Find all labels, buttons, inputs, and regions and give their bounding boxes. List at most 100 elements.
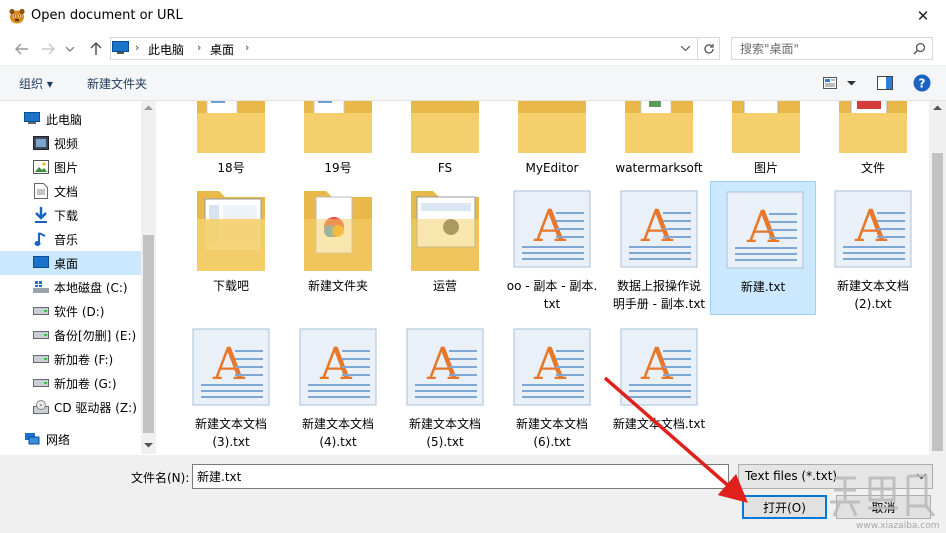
close-button[interactable]: ✕ [900, 0, 946, 32]
svg-text:A: A [212, 339, 246, 390]
file-item[interactable]: FS [393, 101, 497, 181]
nav-item-drive-z[interactable]: CD 驱动器 (Z:) [0, 395, 141, 419]
recent-locations-button[interactable] [63, 39, 77, 59]
nav-item-drive-c[interactable]: 本地磁盘 (C:) [0, 275, 141, 299]
window-title: Open document or URL [31, 8, 183, 23]
file-name: 下载吧 [212, 279, 249, 293]
nav-label: 下载 [54, 208, 79, 223]
nav-item-this-pc[interactable]: 此电脑 [0, 107, 141, 131]
new-folder-button[interactable]: 新建文件夹 [87, 75, 147, 92]
text-file-icon: A [726, 191, 804, 269]
nav-label: 新加卷 (G:) [54, 376, 117, 391]
nav-label: 软件 (D:) [54, 304, 105, 319]
nav-label: 音乐 [54, 232, 79, 247]
svg-text:A: A [854, 201, 888, 252]
forward-button[interactable] [38, 39, 58, 59]
refresh-button[interactable] [697, 38, 719, 59]
svg-text:A: A [533, 201, 567, 252]
nav-label: 桌面 [54, 256, 79, 271]
nav-item-videos[interactable]: 视频 [0, 131, 141, 155]
file-item[interactable]: 19号 [286, 101, 390, 181]
file-item[interactable]: 新建文件夹 [286, 183, 390, 313]
scroll-down-icon [144, 443, 153, 448]
svg-text:A: A [640, 339, 674, 390]
open-button[interactable]: 打开(O) [742, 495, 827, 519]
breadcrumb-this-pc[interactable]: 此电脑 [148, 41, 184, 58]
address-dropdown[interactable] [675, 38, 695, 59]
file-item[interactable]: A 新建文本文档 (4).txt [286, 321, 390, 451]
file-item[interactable]: watermarksoft [607, 101, 711, 181]
nav-item-music[interactable]: 音乐 [0, 227, 141, 251]
back-arrow-icon [15, 43, 28, 55]
change-view-button[interactable] [823, 73, 856, 93]
documents-icon [33, 183, 49, 199]
nav-item-desktop[interactable]: 桌面 [0, 251, 141, 275]
file-item[interactable]: MyEditor [500, 101, 604, 181]
file-name: 图片 [753, 161, 778, 175]
file-item[interactable]: A 新建文本文档 (3).txt [179, 321, 283, 451]
nav-item-downloads[interactable]: 下载 [0, 203, 141, 227]
nav-item-drive-f[interactable]: 新加卷 (F:) [0, 347, 141, 371]
file-item[interactable]: 18号 [179, 101, 283, 181]
file-list-scroll-thumb[interactable] [932, 153, 943, 451]
navigation-scroll-thumb[interactable] [143, 235, 154, 433]
address-bar[interactable]: › 此电脑 › 桌面 › [110, 37, 720, 60]
music-icon [33, 231, 49, 247]
svg-text:A: A [746, 202, 780, 253]
back-button[interactable] [12, 39, 32, 59]
navigation-pane: 此电脑 视频 图片 文档 下载 音乐 桌面 本地磁盘 (C:) 软件 (D:) … [0, 101, 156, 455]
up-button[interactable] [86, 39, 106, 59]
search-input[interactable] [732, 38, 907, 59]
search-icon [913, 42, 926, 55]
nav-item-documents[interactable]: 文档 [0, 179, 141, 203]
svg-text:A: A [426, 339, 460, 390]
file-item[interactable]: 下载吧 [179, 183, 283, 313]
breadcrumb-desktop[interactable]: 桌面 [210, 41, 234, 58]
nav-item-network[interactable]: 网络 [0, 427, 141, 451]
file-name-line2: txt [543, 297, 561, 311]
file-item[interactable]: A 新建文本文档 (6).txt [500, 321, 604, 451]
preview-pane-button[interactable] [877, 73, 893, 93]
file-name-line2: (6).txt [533, 435, 571, 449]
svg-text:www.xiazaiba.com: www.xiazaiba.com [856, 521, 940, 530]
file-list: 18号 19号 FS MyEditor watermarksoft 图片 文件 … [156, 101, 929, 455]
file-item[interactable]: A oo - 副本 - 副本. txt [500, 183, 604, 313]
chevron-down-icon [847, 80, 856, 85]
navigation-scrollbar[interactable] [141, 101, 156, 454]
file-item[interactable]: A 新建文本文档.txt [607, 321, 711, 451]
nav-label: 此电脑 [46, 112, 83, 127]
folder-icon [304, 191, 372, 271]
file-name: 新建.txt [740, 280, 786, 294]
file-item[interactable]: A 数据上报操作说 明手册 - 副本.txt [607, 183, 711, 313]
file-item[interactable]: 运营 [393, 183, 497, 313]
nav-item-drive-d[interactable]: 软件 (D:) [0, 299, 141, 323]
nav-item-drive-g[interactable]: 新加卷 (G:) [0, 371, 141, 395]
file-name-line2: (5).txt [426, 435, 464, 449]
file-name: 新建文本文档 [194, 417, 267, 431]
nav-label: 图片 [54, 160, 79, 175]
search-box[interactable] [731, 37, 933, 60]
svg-text:A: A [640, 201, 674, 252]
file-item[interactable]: 图片 [714, 101, 818, 181]
organize-menu[interactable]: 组织 ▾ [19, 75, 53, 92]
filename-input[interactable] [192, 464, 729, 489]
file-item-selected[interactable]: A 新建.txt [710, 181, 816, 315]
nav-label: 文档 [54, 184, 79, 199]
chevron-down-icon [680, 46, 690, 51]
file-item[interactable]: A 新建文本文档 (5).txt [393, 321, 497, 451]
folder-icon [518, 101, 586, 153]
file-list-scrollbar[interactable] [929, 101, 946, 455]
desktop-icon [33, 255, 49, 271]
file-name: 新建文本文档 [515, 417, 588, 431]
nav-item-drive-e[interactable]: 备份[勿删] (E:) [0, 323, 141, 347]
file-item[interactable]: A 新建文本文档 (2).txt [821, 183, 925, 313]
cd-drive-icon [33, 399, 49, 415]
nav-item-pictures[interactable]: 图片 [0, 155, 141, 179]
network-icon [24, 431, 40, 447]
forward-arrow-icon [42, 43, 55, 55]
help-button[interactable]: ? [913, 73, 931, 93]
file-item[interactable]: 文件 [821, 101, 925, 181]
drive-icon [33, 303, 49, 319]
file-name: watermarksoft [615, 161, 703, 175]
nav-label: 新加卷 (F:) [54, 352, 114, 367]
